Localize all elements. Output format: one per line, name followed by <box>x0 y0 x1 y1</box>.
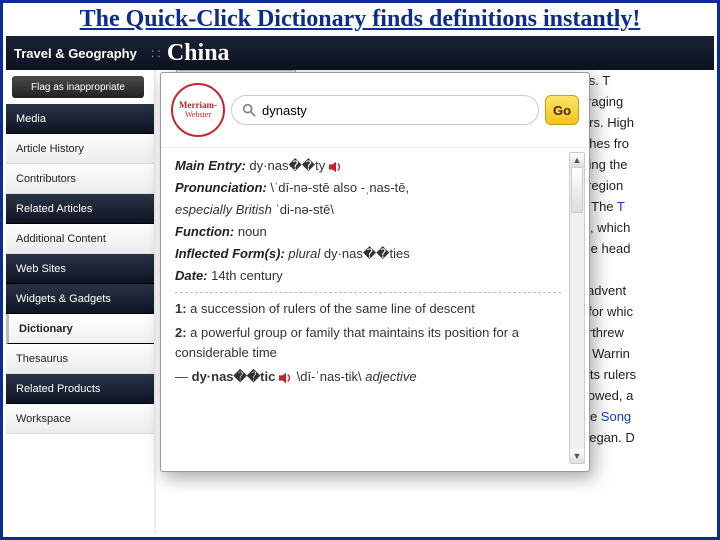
sidebar-item-dictionary[interactable]: Dictionary <box>6 314 154 344</box>
sidebar: Flag as inappropriate Media Article Hist… <box>6 70 156 534</box>
divider <box>175 292 561 293</box>
scroll-up-arrow[interactable]: ▲ <box>570 153 584 167</box>
dictionary-header: Merriam-Webster Go <box>161 73 589 148</box>
inflected-prefix: plural <box>288 246 320 261</box>
function-value: noun <box>238 224 267 239</box>
definition-2: a powerful group or family that maintain… <box>175 325 519 360</box>
dictionary-entry: Main Entry: dy·nas��ty Pronunciation: \ˈ… <box>161 148 589 468</box>
audio-icon[interactable] <box>279 372 293 384</box>
scroll-thumb[interactable] <box>571 167 583 213</box>
separator: : : <box>151 46 161 60</box>
dictionary-search-input[interactable] <box>262 103 528 118</box>
merriam-webster-logo: Merriam-Webster <box>171 83 225 137</box>
definition-1: a succession of rulers of the same line … <box>187 301 475 316</box>
sidebar-item-additional-content[interactable]: Additional Content <box>6 224 154 254</box>
derivative-pos: adjective <box>365 369 416 384</box>
derivative-word: dy·nas��tic <box>192 369 276 384</box>
category-label: Travel & Geography <box>14 46 137 61</box>
sidebar-item-related-products[interactable]: Related Products <box>6 374 154 404</box>
sidebar-item-related-articles[interactable]: Related Articles <box>6 194 154 224</box>
function-label: Function: <box>175 224 234 239</box>
def-number-1: 1: <box>175 301 187 316</box>
go-button[interactable]: Go <box>545 95 579 125</box>
slide-title: The Quick-Click Dictionary finds definit… <box>50 4 670 35</box>
article-link[interactable]: Song <box>601 409 631 424</box>
derivative-pron: \dī-ˈnas-tik\ <box>297 369 366 384</box>
main-entry-label: Main Entry: <box>175 158 246 173</box>
dictionary-search[interactable] <box>231 95 539 125</box>
category-header: Travel & Geography : : China <box>6 36 714 70</box>
audio-icon[interactable] <box>329 161 343 173</box>
pronunciation-note: especially British <box>175 202 272 217</box>
search-icon <box>242 103 256 117</box>
sidebar-item-media[interactable]: Media <box>6 104 154 134</box>
date-value: 14th century <box>211 268 283 283</box>
pronunciation-value: \ˈdī-nə-stē also -ˌnas-tē, <box>270 180 409 195</box>
pronunciation-label: Pronunciation: <box>175 180 267 195</box>
article-link[interactable]: T <box>617 199 625 214</box>
sidebar-item-article-history[interactable]: Article History <box>6 134 154 164</box>
sidebar-item-workspace[interactable]: Workspace <box>6 404 154 434</box>
sidebar-item-thesaurus[interactable]: Thesaurus <box>6 344 154 374</box>
scroll-down-arrow[interactable]: ▼ <box>570 449 584 463</box>
scrollbar[interactable]: ▲ ▼ <box>569 152 585 464</box>
def-number-2: 2: <box>175 325 187 340</box>
page-title: China <box>167 40 230 67</box>
main-entry-value: dy·nas��ty <box>249 158 325 173</box>
sidebar-item-widgets-gadgets[interactable]: Widgets & Gadgets <box>6 284 154 314</box>
sidebar-item-contributors[interactable]: Contributors <box>6 164 154 194</box>
dictionary-popup: Merriam-Webster Go Main Entry: dy·nas��t… <box>160 72 590 472</box>
pronunciation-value-2: ˈdi-nə-stē\ <box>272 202 334 217</box>
date-label: Date: <box>175 268 208 283</box>
inflected-value: dy·nas��ties <box>320 246 410 261</box>
derivative-dash: — <box>175 369 192 384</box>
flag-inappropriate-button[interactable]: Flag as inappropriate <box>12 76 144 98</box>
sidebar-item-web-sites[interactable]: Web Sites <box>6 254 154 284</box>
inflected-label: Inflected Form(s): <box>175 246 285 261</box>
